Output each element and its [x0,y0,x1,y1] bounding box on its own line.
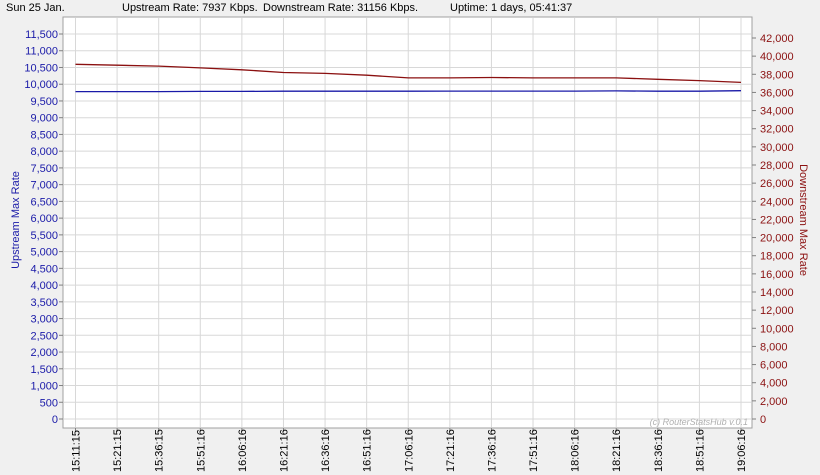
left-tick-label: 5,000 [30,247,58,259]
left-tick-label: 11,000 [25,46,58,58]
x-tick-label: 18:51:16 [694,429,706,472]
left-tick-label: 2,500 [30,330,58,342]
x-tick-label: 18:21:16 [611,429,623,472]
left-tick-label: 10,500 [24,62,58,74]
left-tick-label: 1,000 [30,381,58,393]
x-tick-label: 17:36:16 [486,429,498,472]
right-tick-label: 10,000 [760,323,794,335]
right-tick-label: 22,000 [760,214,794,226]
left-tick-label: 1,500 [30,364,58,376]
right-tick-label: 18,000 [760,251,794,263]
right-tick-label: 42,000 [760,33,794,45]
right-tick-label: 28,000 [760,160,794,172]
x-tick-label: 18:06:16 [570,429,582,472]
left-tick-label: 3,000 [30,314,58,326]
x-tick-label: 15:51:16 [195,429,207,472]
right-tick-label: 24,000 [760,196,794,208]
x-tick-label: 16:21:16 [278,429,290,472]
left-tick-label: 500 [40,397,58,409]
left-tick-label: 6,000 [30,213,58,225]
right-tick-label: 30,000 [760,142,794,154]
left-tick-label: 2,000 [30,347,58,359]
right-tick-label: 20,000 [760,233,794,245]
x-tick-label: 18:36:16 [653,429,665,472]
right-tick-label: 40,000 [760,51,794,63]
left-tick-label: 3,500 [30,297,58,309]
x-tick-label: 15:11:15 [71,430,83,472]
right-tick-label: 34,000 [760,106,794,118]
left-axis-label: Upstream Max Rate [10,171,22,269]
right-tick-label: 8,000 [760,341,788,353]
left-tick-label: 8,000 [30,146,58,158]
left-tick-label: 0 [52,414,58,426]
x-tick-label: 16:36:16 [320,429,332,472]
right-tick-label: 26,000 [760,178,794,190]
left-tick-label: 6,500 [30,196,58,208]
x-tick-label: 17:21:16 [445,429,457,472]
right-axis-label: Downstream Max Rate [797,164,809,276]
left-tick-label: 9,500 [30,96,58,108]
left-tick-label: 9,000 [30,113,58,125]
right-tick-label: 4,000 [760,378,788,390]
left-tick-label: 10,000 [24,79,58,91]
left-tick-label: 11,500 [25,29,58,41]
right-tick-label: 2,000 [760,396,788,408]
left-tick-label: 4,500 [30,263,58,275]
left-tick-label: 7,000 [30,180,58,192]
x-tick-label: 15:36:15 [154,429,166,472]
x-tick-label: 17:06:16 [403,429,415,472]
rate-chart: 15:11:15 15:21:15 15:36:15 15:51:16 16:06:16… [10,16,809,472]
right-tick-label: 32,000 [760,124,794,136]
right-tick-label: 36,000 [760,87,794,99]
right-tick-label: 16,000 [760,269,794,281]
right-tick-label: 6,000 [760,360,788,372]
right-tick-label: 14,000 [760,287,794,299]
right-tick-label: 12,000 [760,305,794,317]
left-tick-label: 7,500 [30,163,58,175]
x-tick-label: 19:06:16 [736,429,748,472]
left-tick-label: 8,500 [30,129,58,141]
x-tick-label: 15:21:15 [112,429,124,472]
x-tick-label: 16:51:16 [362,429,374,472]
left-tick-label: 5,500 [30,230,58,242]
right-tick-label: 38,000 [760,69,794,81]
right-tick-label: 0 [760,414,766,426]
x-tick-label: 17:51:16 [528,429,540,472]
left-tick-label: 4,000 [30,280,58,292]
x-tick-label: 16:06:16 [237,429,249,472]
watermark-text: (c) RouterStatsHub v.0.1 [650,417,748,427]
